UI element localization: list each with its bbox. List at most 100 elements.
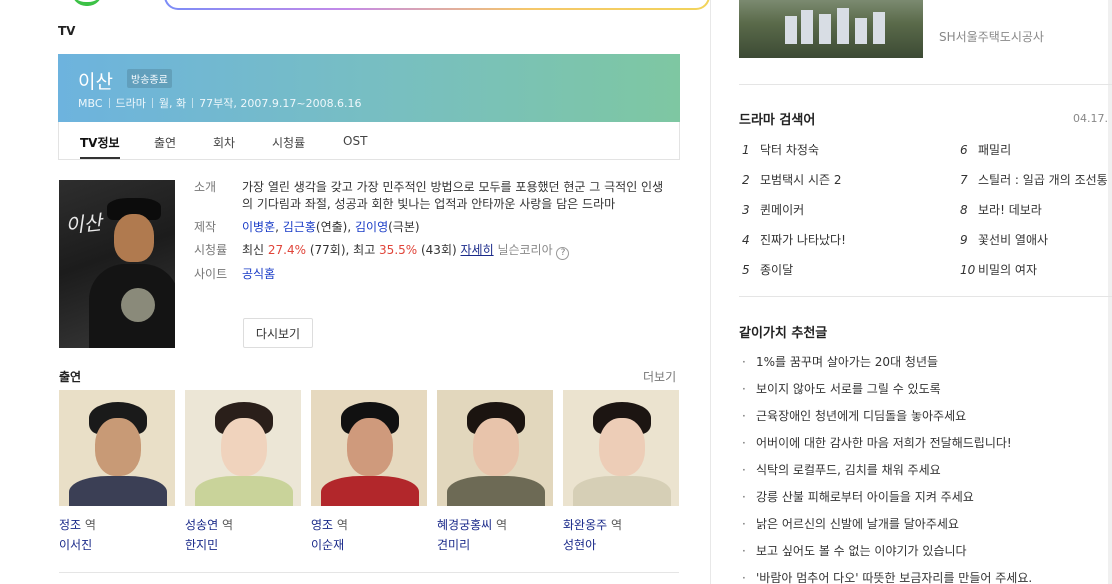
cast-role[interactable]: 성송연 bbox=[185, 518, 218, 532]
keyword-item[interactable]: 4 진짜가 나타났다! bbox=[742, 231, 846, 248]
keyword-rank: 6 bbox=[960, 143, 968, 157]
help-icon[interactable]: ? bbox=[556, 247, 570, 260]
rewatch-button[interactable]: 다시보기 bbox=[243, 318, 313, 348]
cast-card[interactable]: 영조 역 이순재 bbox=[311, 390, 427, 555]
ad-thumbnail[interactable] bbox=[739, 0, 923, 58]
cast-photo[interactable] bbox=[185, 390, 301, 506]
keyword-item[interactable]: 5 종이달 bbox=[742, 261, 793, 278]
keywords-title: 드라마 검색어 bbox=[739, 113, 816, 128]
cast-actor[interactable]: 견미리 bbox=[437, 535, 553, 555]
keyword-item[interactable]: 9 꽃선비 열애사 bbox=[960, 231, 1048, 248]
tab-cast[interactable]: 출연 bbox=[154, 134, 176, 151]
keyword-item[interactable]: 6 패밀리 bbox=[960, 141, 1011, 158]
recommend-text[interactable]: 낡은 어르신의 신발에 날개를 달아주세요 bbox=[756, 517, 959, 531]
cast-role[interactable]: 화완옹주 bbox=[563, 518, 607, 532]
writer-link[interactable]: 김이영 bbox=[355, 220, 388, 234]
recommend-item[interactable]: · 강릉 산불 피해로부터 아이들을 지켜 주세요 bbox=[742, 488, 974, 505]
drama-title[interactable]: 이산 bbox=[78, 67, 113, 94]
cast-card[interactable]: 정조 역 이서진 bbox=[59, 390, 175, 555]
air-days: 월, 화 bbox=[158, 97, 187, 110]
keyword-text[interactable]: 퀸메이커 bbox=[760, 203, 804, 217]
cast-photo[interactable] bbox=[59, 390, 175, 506]
cast-role-suffix: 역 bbox=[607, 518, 623, 532]
recommend-text[interactable]: 근육장애인 청년에게 디딤돌을 놓아주세요 bbox=[756, 409, 966, 423]
recommend-title: 같이가치 추천글 bbox=[739, 326, 828, 341]
recommend-item[interactable]: · 보이지 않아도 서로를 그릴 수 있도록 bbox=[742, 380, 941, 397]
recommend-text[interactable]: 보이지 않아도 서로를 그릴 수 있도록 bbox=[756, 382, 941, 396]
keyword-text[interactable]: 스틸러 : 일곱 개의 조선통 bbox=[978, 173, 1108, 187]
cast-photo[interactable] bbox=[311, 390, 427, 506]
cast-actor[interactable]: 한지민 bbox=[185, 535, 301, 555]
keyword-item[interactable]: 2 모범택시 시즌 2 bbox=[742, 171, 842, 188]
keyword-text[interactable]: 보라! 데보라 bbox=[978, 203, 1042, 217]
tab-tv-info[interactable]: TV정보 bbox=[80, 134, 120, 159]
site-row: 사이트 공식홈 bbox=[194, 266, 664, 283]
recommend-item[interactable]: · 근육장애인 청년에게 디딤돌을 놓아주세요 bbox=[742, 407, 966, 424]
ad-caption[interactable]: SH서울주택도시공사 bbox=[939, 28, 1044, 45]
keyword-text[interactable]: 모범택시 시즌 2 bbox=[760, 173, 842, 187]
keyword-text[interactable]: 진짜가 나타났다! bbox=[760, 233, 846, 247]
drama-poster[interactable]: 이산 bbox=[59, 180, 175, 348]
cast-role[interactable]: 혜경궁홍씨 bbox=[437, 518, 492, 532]
keyword-text[interactable]: 패밀리 bbox=[978, 143, 1011, 157]
tab-episodes[interactable]: 회차 bbox=[213, 134, 235, 151]
production-row: 제작 이병훈, 김근홍(연출), 김이영(극본) bbox=[194, 220, 420, 234]
keyword-text[interactable]: 닥터 차정숙 bbox=[760, 143, 819, 157]
bullet: · bbox=[742, 463, 746, 477]
tab-ost[interactable]: OST bbox=[343, 134, 367, 148]
keyword-rank: 9 bbox=[960, 233, 968, 247]
official-site-link[interactable]: 공식홈 bbox=[242, 267, 275, 281]
cast-card[interactable]: 화완옹주 역 성현아 bbox=[563, 390, 679, 555]
keyword-item[interactable]: 3 퀸메이커 bbox=[742, 201, 804, 218]
keyword-item[interactable]: 8 보라! 데보라 bbox=[960, 201, 1042, 218]
keyword-text[interactable]: 꽃선비 열애사 bbox=[978, 233, 1048, 247]
bullet: · bbox=[742, 355, 746, 369]
rating-recent: 27.4% bbox=[267, 243, 307, 257]
cast-photo[interactable] bbox=[563, 390, 679, 506]
rating-max: 35.5% bbox=[379, 243, 418, 257]
drama-banner: 이산 방송종료 MBC 드라마 월, 화 77부작, 2007.9.17~2008.6… bbox=[58, 54, 680, 122]
recommend-text[interactable]: 어버이에 대한 감사한 마음 저희가 전달해드립니다! bbox=[756, 436, 1012, 450]
scrollbar-track[interactable] bbox=[1108, 0, 1112, 584]
bullet: · bbox=[742, 490, 746, 504]
recommend-text[interactable]: 1%를 꿈꾸며 살아가는 20대 청년들 bbox=[756, 355, 938, 369]
rating-max-episode: (43회) bbox=[417, 243, 461, 257]
drama-info: 소개 가장 열린 생각을 갖고 가장 민주적인 방법으로 모두를 포용했던 현군… bbox=[194, 179, 664, 289]
keyword-item[interactable]: 10 비밀의 여자 bbox=[960, 261, 1037, 278]
keyword-item[interactable]: 7 스틸러 : 일곱 개의 조선통 bbox=[960, 171, 1108, 188]
recommend-text[interactable]: '바람아 멈추어 다오' 따뜻한 보금자리를 만들어 주세요. bbox=[756, 571, 1032, 584]
episodes-period: 77부작, 2007.9.17~2008.6.16 bbox=[199, 97, 362, 110]
tab-ratings[interactable]: 시청률 bbox=[272, 134, 305, 151]
recommend-item[interactable]: · 어버이에 대한 감사한 마음 저희가 전달해드립니다! bbox=[742, 434, 1012, 451]
keyword-rank: 5 bbox=[742, 263, 750, 277]
recommend-text[interactable]: 식탁의 로컬푸드, 김치를 채워 주세요 bbox=[756, 463, 941, 477]
director-role: (연출) bbox=[315, 220, 348, 234]
cast-actor[interactable]: 이순재 bbox=[311, 535, 427, 555]
director-link-2[interactable]: 김근홍 bbox=[283, 220, 316, 234]
recommend-text[interactable]: 보고 싶어도 볼 수 없는 이야기가 있습니다 bbox=[756, 544, 967, 558]
recommend-item[interactable]: · 식탁의 로컬푸드, 김치를 채워 주세요 bbox=[742, 461, 941, 478]
section-divider bbox=[59, 572, 679, 573]
recommend-item[interactable]: · 보고 싶어도 볼 수 없는 이야기가 있습니다 bbox=[742, 542, 967, 559]
search-input[interactable] bbox=[164, 0, 710, 10]
recommend-item[interactable]: · '바람아 멈추어 다오' 따뜻한 보금자리를 만들어 주세요. bbox=[742, 569, 1032, 584]
cast-actor[interactable]: 이서진 bbox=[59, 535, 175, 555]
rating-detail-link[interactable]: 자세히 bbox=[460, 243, 493, 257]
keyword-text[interactable]: 비밀의 여자 bbox=[978, 263, 1037, 277]
logo[interactable] bbox=[72, 0, 102, 6]
writer-role: (극본) bbox=[388, 220, 420, 234]
keyword-text[interactable]: 종이달 bbox=[760, 263, 793, 277]
cast-more-link[interactable]: 더보기 bbox=[643, 368, 676, 385]
recommend-item[interactable]: · 1%를 꿈꾸며 살아가는 20대 청년들 bbox=[742, 353, 938, 370]
cast-role[interactable]: 정조 bbox=[59, 518, 81, 532]
tab-bar: TV정보 출연 회차 시청률 OST bbox=[58, 122, 680, 160]
cast-card[interactable]: 성송연 역 한지민 bbox=[185, 390, 301, 555]
recommend-item[interactable]: · 낡은 어르신의 신발에 날개를 달아주세요 bbox=[742, 515, 959, 532]
cast-role[interactable]: 영조 bbox=[311, 518, 333, 532]
keyword-item[interactable]: 1 닥터 차정숙 bbox=[742, 141, 819, 158]
recommend-text[interactable]: 강릉 산불 피해로부터 아이들을 지켜 주세요 bbox=[756, 490, 974, 504]
director-link-1[interactable]: 이병훈 bbox=[242, 220, 275, 234]
cast-actor[interactable]: 성현아 bbox=[563, 535, 679, 555]
cast-card[interactable]: 혜경궁홍씨 역 견미리 bbox=[437, 390, 553, 555]
cast-photo[interactable] bbox=[437, 390, 553, 506]
